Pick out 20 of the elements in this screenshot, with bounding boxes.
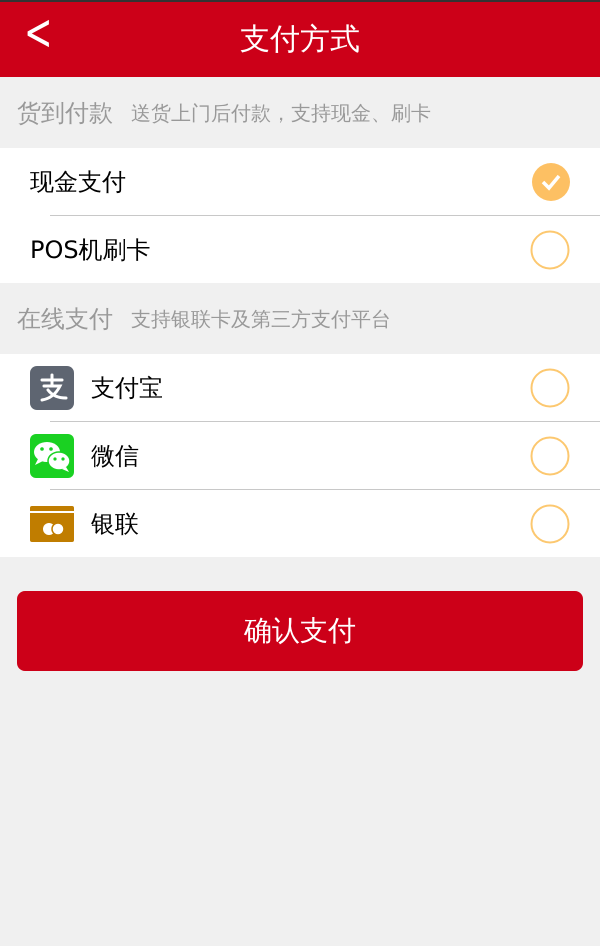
section-title: 在线支付: [17, 304, 113, 334]
section-description: 支持银联卡及第三方支付平台: [131, 306, 391, 332]
section-title: 货到付款: [17, 98, 113, 128]
radio-button[interactable]: [530, 368, 570, 408]
card-icon: [30, 506, 74, 542]
option-label[interactable]: 支付宝: [91, 370, 530, 406]
app-icon: [30, 366, 74, 410]
option-label[interactable]: POS机刷卡: [30, 232, 530, 268]
confirm-button[interactable]: 确认支付: [17, 591, 583, 671]
chat-icon: [30, 434, 74, 478]
page-title: 支付方式: [240, 21, 360, 59]
option-label[interactable]: 微信: [91, 438, 530, 474]
option-label[interactable]: 银联: [91, 506, 530, 542]
radio-button[interactable]: [530, 504, 570, 544]
radio-button[interactable]: [530, 230, 570, 270]
section-description: 送货上门后付款，支持现金、刷卡: [131, 100, 431, 126]
radio-checked[interactable]: [532, 162, 570, 200]
radio-button[interactable]: [530, 436, 570, 476]
back-button[interactable]: <: [24, 8, 52, 58]
option-label[interactable]: 现金支付: [30, 164, 532, 200]
